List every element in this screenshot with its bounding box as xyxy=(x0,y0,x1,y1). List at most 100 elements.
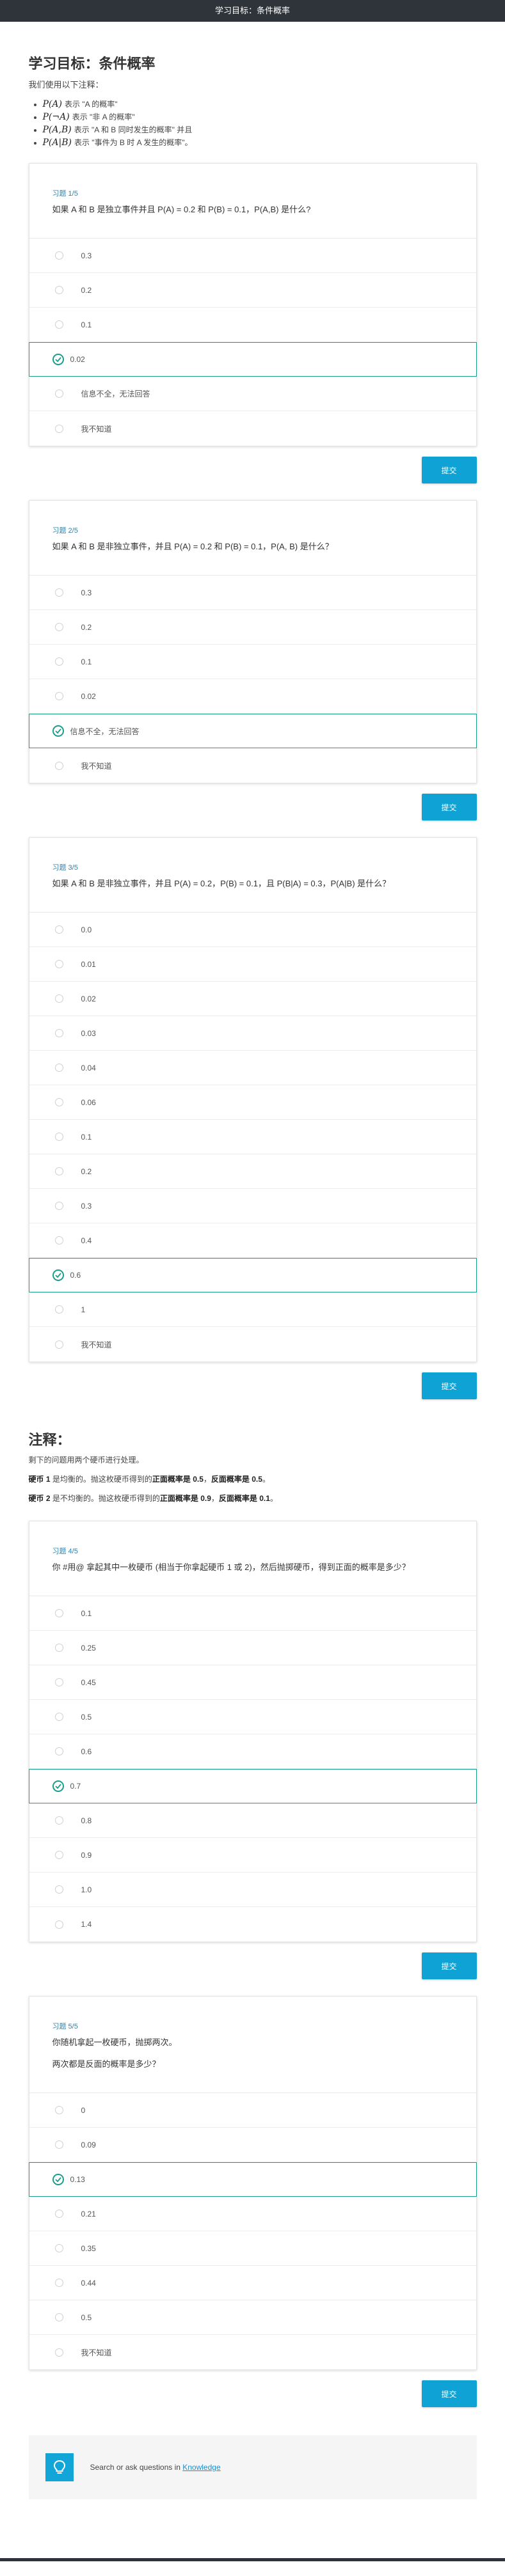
answer-option[interactable]: 1.4 xyxy=(29,1907,476,1942)
answer-option[interactable]: 0.21 xyxy=(29,2197,476,2231)
answer-option[interactable]: 1 xyxy=(29,1292,476,1327)
quiz-header: 习题 3/5 如果 A 和 B 是非独立事件，并且 P(A) = 0.2，P(B)… xyxy=(29,838,476,913)
answer-label: 我不知道 xyxy=(81,1340,112,1349)
answer-option[interactable]: 0.3 xyxy=(29,239,476,273)
top-bar: 学习目标：条件概率 xyxy=(0,0,505,22)
answer-label: 1.0 xyxy=(81,1885,92,1894)
radio-circle-icon xyxy=(54,320,63,329)
answer-label: 0.3 xyxy=(81,1201,92,1211)
answer-option[interactable]: 1.0 xyxy=(29,1873,476,1907)
submit-button[interactable]: 提交 xyxy=(421,457,477,483)
submit-button[interactable]: 提交 xyxy=(421,1952,477,1979)
answer-option[interactable]: 我不知道 xyxy=(29,748,476,783)
notation-item: P(A,B)表示 "A 和 B 同时发生的概率" 并且 xyxy=(43,123,477,136)
answer-option-selected[interactable]: 0.7 xyxy=(28,1769,477,1803)
quiz-header: 习题 5/5 你随机拿起一枚硬币，抛掷两次。 两次都是反面的概率是多少？ xyxy=(29,1997,476,2093)
submit-button[interactable]: 提交 xyxy=(421,794,477,821)
radio-circle-icon xyxy=(54,2140,63,2149)
answer-option[interactable]: 0.1 xyxy=(29,645,476,679)
lightbulb-icon xyxy=(45,2453,74,2481)
answer-label: 信息不全，无法回答 xyxy=(70,726,140,736)
answer-option-selected[interactable]: 0.6 xyxy=(28,1258,477,1292)
answer-option[interactable]: 0.35 xyxy=(29,2231,476,2266)
radio-circle-icon xyxy=(54,623,63,631)
radio-circle-icon xyxy=(54,925,63,934)
answer-label: 0.09 xyxy=(81,2140,96,2149)
radio-circle-icon xyxy=(54,1920,63,1929)
answer-option[interactable]: 我不知道 xyxy=(29,2335,476,2369)
answer-option[interactable]: 0.25 xyxy=(29,1631,476,1665)
radio-circle-icon xyxy=(54,588,63,597)
quiz-question: 你 #用@ 拿起其中一枚硬币 (相当于你拿起硬币 1 或 2)，然后抛掷硬币，得… xyxy=(52,1562,410,1572)
quiz-number: 习题 3/5 xyxy=(52,864,78,872)
radio-circle-icon xyxy=(54,2210,63,2218)
quiz-header: 习题 1/5 如果 A 和 B 是独立事件并且 P(A) = 0.2 和 P(B)… xyxy=(29,164,476,239)
quiz-card: 习题 2/5 如果 A 和 B 是非独立事件，并且 P(A) = 0.2 和 P(… xyxy=(28,500,477,783)
quiz-question: 如果 A 和 B 是非独立事件，并且 P(A) = 0.2，P(B) = 0.1… xyxy=(52,879,391,888)
submit-button[interactable]: 提交 xyxy=(421,1372,477,1399)
answer-option[interactable]: 0.01 xyxy=(29,947,476,982)
answer-option[interactable]: 0.06 xyxy=(29,1085,476,1120)
answer-option-selected[interactable]: 0.13 xyxy=(28,2162,477,2197)
radio-circle-icon xyxy=(54,1851,63,1859)
answer-label: 0.25 xyxy=(81,1643,96,1653)
answer-option[interactable]: 0.45 xyxy=(29,1665,476,1700)
answer-label: 1 xyxy=(81,1305,86,1314)
answer-option[interactable]: 0.02 xyxy=(29,679,476,714)
answer-label: 0.1 xyxy=(81,657,92,666)
answer-label: 0.02 xyxy=(81,994,96,1003)
answer-option[interactable]: 0.6 xyxy=(29,1734,476,1769)
answer-option[interactable]: 0.3 xyxy=(29,1189,476,1223)
knowledge-link[interactable]: Knowledge xyxy=(182,2463,220,2472)
answer-label: 0 xyxy=(81,2105,86,2115)
radio-circle-icon xyxy=(54,1885,63,1894)
answer-option[interactable]: 0.44 xyxy=(29,2266,476,2300)
answer-option[interactable]: 0.0 xyxy=(29,913,476,947)
page-title: 学习目标：条件概率 xyxy=(28,56,156,72)
answer-option[interactable]: 0.04 xyxy=(29,1051,476,1085)
quiz-card: 习题 4/5 你 #用@ 拿起其中一枚硬币 (相当于你拿起硬币 1 或 2)，然后… xyxy=(28,1521,477,1942)
answer-option[interactable]: 0.4 xyxy=(29,1223,476,1258)
radio-circle-icon xyxy=(54,2106,63,2114)
submit-button[interactable]: 提交 xyxy=(421,2380,477,2407)
answer-option[interactable]: 0.2 xyxy=(29,273,476,308)
answer-label: 0.6 xyxy=(70,1271,81,1280)
quiz-card: 习题 5/5 你随机拿起一枚硬币，抛掷两次。 两次都是反面的概率是多少？ 0 0.09 0… xyxy=(28,1996,477,2370)
radio-circle-icon xyxy=(54,389,63,398)
answer-option[interactable]: 0.8 xyxy=(29,1803,476,1838)
answer-option[interactable]: 0.9 xyxy=(29,1838,476,1873)
submit-row: 提交 xyxy=(29,446,477,500)
notes-section: 注释： 剩下的问题用两个硬币进行处理。 硬币 1 是均衡的。抛这枚硬币得到的正面… xyxy=(29,1416,477,1504)
radio-circle-icon xyxy=(54,1167,63,1175)
answer-option-selected[interactable]: 0.02 xyxy=(28,342,477,377)
answer-option[interactable]: 0.2 xyxy=(29,1154,476,1189)
submit-row: 提交 xyxy=(29,1942,477,1996)
answer-option[interactable]: 0.02 xyxy=(29,982,476,1016)
radio-circle-icon xyxy=(54,2279,63,2287)
quiz-group: 习题 4/5 你 #用@ 拿起其中一枚硬币 (相当于你拿起硬币 1 或 2)，然后… xyxy=(28,1521,477,2424)
answer-option[interactable]: 0.1 xyxy=(29,308,476,342)
notes-line: 剩下的问题用两个硬币进行处理。 xyxy=(28,1456,144,1465)
quiz-number: 习题 1/5 xyxy=(52,190,78,198)
notation-item: P(A)表示 "A 的概率" xyxy=(43,98,477,111)
radio-circle-icon xyxy=(54,692,63,700)
answer-option[interactable]: 0.1 xyxy=(29,1120,476,1154)
answer-option[interactable]: 0.5 xyxy=(29,1700,476,1734)
answer-option[interactable]: 0.09 xyxy=(29,2128,476,2162)
answer-option[interactable]: 我不知道 xyxy=(29,411,476,446)
answer-label: 0.02 xyxy=(70,355,85,364)
answer-option[interactable]: 0 xyxy=(29,2093,476,2128)
answer-option[interactable]: 信息不全，无法回答 xyxy=(29,377,476,411)
answer-option[interactable]: 0.2 xyxy=(29,610,476,645)
check-circle-icon xyxy=(52,1780,64,1792)
answer-label: 0.04 xyxy=(81,1063,96,1072)
answer-option[interactable]: 0.5 xyxy=(29,2300,476,2335)
answer-option[interactable]: 我不知道 xyxy=(29,1327,476,1362)
answer-option[interactable]: 0.03 xyxy=(29,1016,476,1051)
answer-option-selected[interactable]: 信息不全，无法回答 xyxy=(28,714,477,748)
radio-circle-icon xyxy=(54,1816,63,1825)
answer-label: 0.8 xyxy=(81,1816,92,1825)
answer-label: 0.4 xyxy=(81,1236,92,1245)
answer-option[interactable]: 0.3 xyxy=(29,576,476,610)
answer-option[interactable]: 0.1 xyxy=(29,1596,476,1631)
